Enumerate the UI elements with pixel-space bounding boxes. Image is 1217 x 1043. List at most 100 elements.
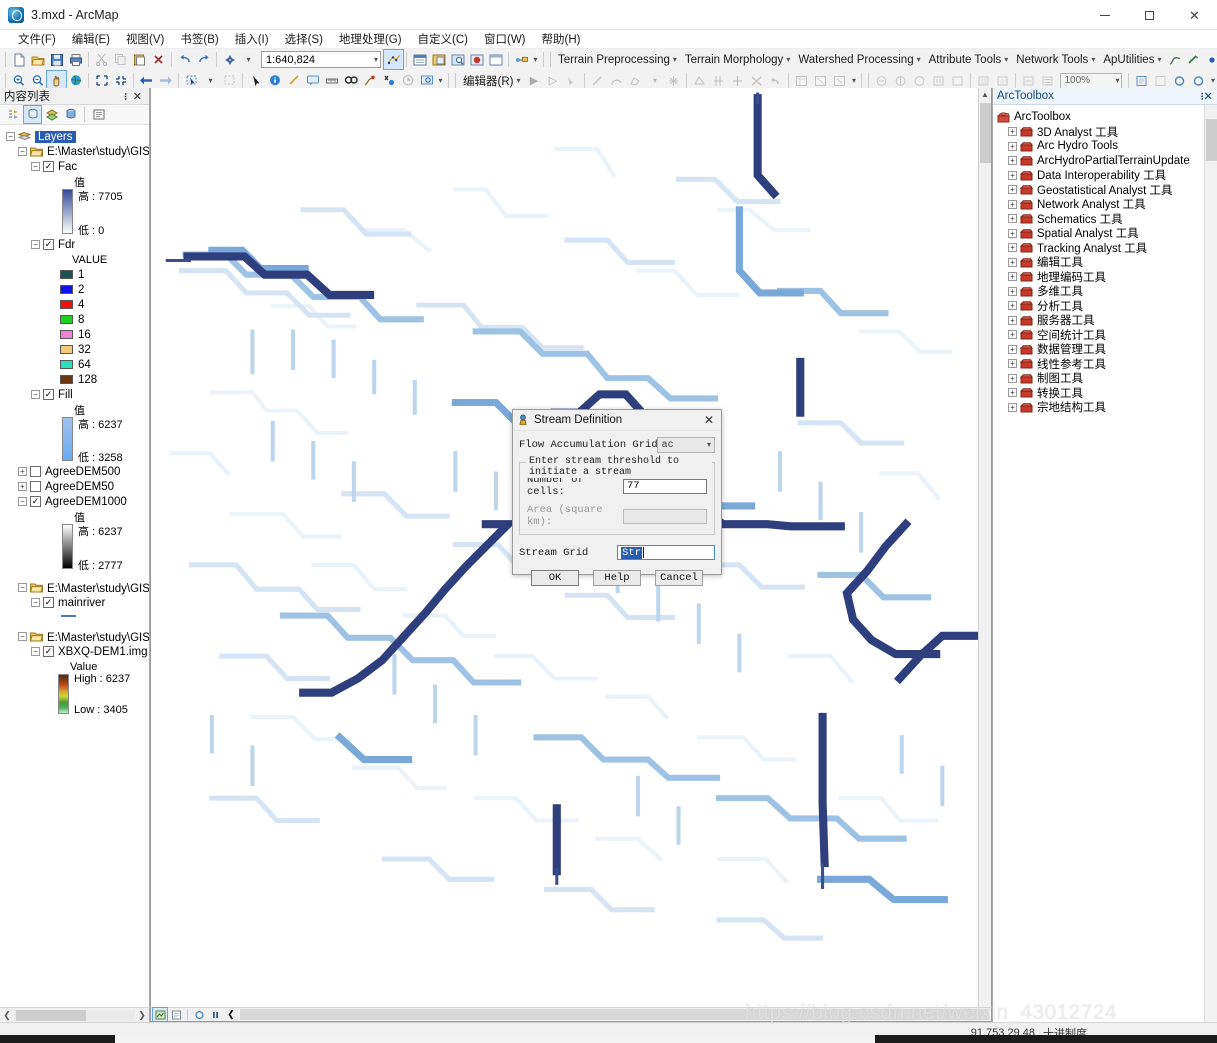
layer-visibility-checkbox[interactable]: ✓: [43, 239, 54, 250]
toolbox-item-spatial-statistics[interactable]: + 空间统计工具: [997, 328, 1217, 343]
expand-icon[interactable]: +: [1008, 388, 1017, 398]
toc-layer-xbxq-dem1[interactable]: − ✓ XBXQ-DEM1.img: [0, 644, 149, 659]
collapse-icon[interactable]: −: [18, 632, 27, 641]
expand-icon[interactable]: +: [1008, 373, 1017, 383]
menu-window[interactable]: 窗口(W): [476, 30, 534, 48]
collapse-icon[interactable]: −: [31, 598, 40, 607]
toc-group-2[interactable]: − E:\Master\study\GIS\结: [0, 580, 149, 595]
editor-sketch-icon[interactable]: [383, 49, 404, 70]
toolbar-grip[interactable]: [5, 52, 6, 67]
layer-visibility-checkbox[interactable]: ✓: [43, 389, 54, 400]
toolbox-item-parcel-fabric[interactable]: + 宗地结构工具: [997, 400, 1217, 415]
number-of-cells-input[interactable]: 77: [623, 478, 707, 494]
menu-view[interactable]: 视图(V): [118, 30, 172, 48]
expand-icon[interactable]: +: [18, 482, 27, 491]
scroll-left-icon[interactable]: ❮: [0, 1010, 14, 1021]
toolbox-item-analysis[interactable]: + 分析工具: [997, 299, 1217, 314]
toc-layer-fac[interactable]: − ✓ Fac: [0, 159, 149, 174]
assign-river-icon[interactable]: [1184, 50, 1203, 69]
expand-icon[interactable]: +: [1008, 228, 1017, 238]
toolbox-item-network-analyst[interactable]: + Network Analyst 工具: [997, 197, 1217, 212]
scroll-left-button[interactable]: ❮: [224, 1008, 238, 1021]
toolbox-item-tracking-analyst[interactable]: + Tracking Analyst 工具: [997, 241, 1217, 256]
toc-tree[interactable]: − Layers − E:\Master\study\GIS\La − ✓ Fa…: [0, 125, 149, 1007]
toolbox-item-spatial-analyst[interactable]: + Spatial Analyst 工具: [997, 226, 1217, 241]
ok-button[interactable]: OK: [531, 570, 579, 586]
layer-visibility-checkbox[interactable]: ✓: [43, 597, 54, 608]
search-window-icon[interactable]: [448, 50, 467, 69]
stream-grid-input[interactable]: Str: [617, 545, 715, 560]
tools-toolbar-grip[interactable]: [5, 73, 6, 88]
scroll-up-icon[interactable]: ▲: [979, 88, 992, 101]
list-by-source-icon[interactable]: [23, 105, 42, 124]
collapse-icon[interactable]: −: [31, 390, 40, 399]
menu-selection[interactable]: 选择(S): [277, 30, 331, 48]
arctoolbox-window-icon[interactable]: [467, 50, 486, 69]
expand-icon[interactable]: +: [1008, 214, 1017, 224]
catalog-window-icon[interactable]: [429, 50, 448, 69]
table-of-contents-icon[interactable]: [410, 50, 429, 69]
toc-root-layers[interactable]: − Layers: [0, 129, 149, 144]
archydro-toolbar-grip[interactable]: [550, 52, 551, 67]
collapse-icon[interactable]: −: [18, 583, 27, 592]
maximize-button[interactable]: [1127, 0, 1172, 30]
toolbox-item-arc-hydro-tools[interactable]: + Arc Hydro Tools: [997, 139, 1217, 154]
toolbox-item-archydropartialterrainupdate[interactable]: + ArcHydroPartialTerrainUpdate: [997, 154, 1217, 169]
expand-icon[interactable]: +: [1008, 315, 1017, 325]
map-horizontal-scroll-track[interactable]: [240, 1009, 989, 1020]
help-button[interactable]: Help: [593, 570, 641, 586]
cancel-button[interactable]: Cancel: [655, 570, 703, 586]
paste-icon[interactable]: [130, 50, 149, 69]
menu-customize[interactable]: 自定义(C): [410, 30, 476, 48]
save-icon[interactable]: [47, 50, 66, 69]
toc-scroll-track[interactable]: [14, 1009, 135, 1021]
arctoolbox-tree[interactable]: ArcToolbox + 3D Analyst 工具 + Arc Hydro T…: [993, 105, 1217, 1022]
delete-icon[interactable]: [149, 50, 168, 69]
toolbox-item-schematics[interactable]: + Schematics 工具: [997, 212, 1217, 227]
collapse-icon[interactable]: −: [6, 132, 15, 141]
labeling-toolbar-grip[interactable]: [868, 73, 870, 88]
toc-layer-fdr[interactable]: − ✓ Fdr: [0, 237, 149, 252]
tools-overflow-button[interactable]: ▾: [436, 73, 445, 89]
dialog-titlebar[interactable]: Stream Definition ✕: [513, 410, 721, 431]
toolbox-item-geostatistical-analyst[interactable]: + Geostatistical Analyst 工具: [997, 183, 1217, 198]
collapse-icon[interactable]: −: [31, 240, 40, 249]
toolbox-item-server[interactable]: + 服务器工具: [997, 313, 1217, 328]
menu-attribute-tools[interactable]: Attribute Tools ▾: [925, 54, 1013, 66]
data-view-button[interactable]: [152, 1007, 168, 1022]
map-scale-combobox[interactable]: 1:640,824 ▾: [261, 51, 381, 68]
expand-icon[interactable]: +: [1008, 344, 1017, 354]
close-button[interactable]: ✕: [1172, 0, 1217, 30]
toolbar-overflow-button[interactable]: ▾: [531, 52, 540, 68]
collapse-icon[interactable]: −: [18, 147, 27, 156]
menu-edit[interactable]: 编辑(E): [64, 30, 118, 48]
menu-help[interactable]: 帮助(H): [534, 30, 589, 48]
toc-group-3[interactable]: − E:\Master\study\GIS\结: [0, 629, 149, 644]
collapse-icon[interactable]: −: [18, 497, 27, 506]
toolbox-item-multidimension[interactable]: + 多维工具: [997, 284, 1217, 299]
toolbox-item-conversion[interactable]: + 转换工具: [997, 386, 1217, 401]
menu-aputilities[interactable]: ApUtilities ▾: [1099, 54, 1165, 66]
expand-icon[interactable]: +: [1008, 127, 1017, 137]
toc-layer-agreedem500[interactable]: + AgreeDEM500: [0, 464, 149, 479]
toc-layer-mainriver[interactable]: − ✓ mainriver: [0, 595, 149, 610]
expand-icon[interactable]: +: [1008, 330, 1017, 340]
point-feature-icon[interactable]: [1203, 50, 1217, 69]
list-by-selection-icon[interactable]: [62, 106, 79, 123]
toc-layer-agreedem50[interactable]: + AgreeDEM50: [0, 479, 149, 494]
open-document-icon[interactable]: [28, 50, 47, 69]
expand-icon[interactable]: +: [1008, 402, 1017, 412]
toc-options-icon[interactable]: [90, 106, 107, 123]
pause-drawing-button[interactable]: [208, 1008, 222, 1021]
list-by-drawing-order-icon[interactable]: [5, 106, 22, 123]
stream-definition-dialog[interactable]: Stream Definition ✕ Flow Accumulation Gr…: [512, 409, 722, 586]
scroll-right-icon[interactable]: ❯: [135, 1010, 149, 1021]
toc-group-1[interactable]: − E:\Master\study\GIS\La: [0, 144, 149, 159]
pin-icon[interactable]: ᎒: [121, 89, 130, 104]
expand-icon[interactable]: +: [1008, 199, 1017, 209]
dialog-close-icon[interactable]: ✕: [701, 412, 717, 428]
collapse-icon[interactable]: −: [31, 162, 40, 171]
toc-close-icon[interactable]: ✕: [130, 90, 145, 103]
expand-icon[interactable]: +: [1008, 301, 1017, 311]
layout-view-button[interactable]: [169, 1008, 183, 1021]
